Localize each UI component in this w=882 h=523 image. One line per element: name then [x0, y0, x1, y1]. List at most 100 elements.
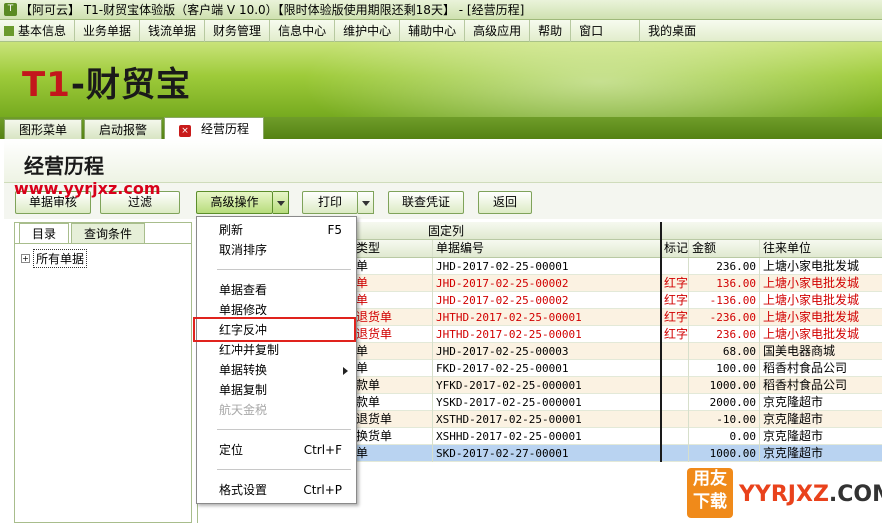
- app-icon: T: [4, 3, 17, 16]
- cell-amount: 100.00: [689, 360, 760, 377]
- cell-type: 单: [353, 292, 433, 309]
- cell-unit: 京克隆超市: [763, 412, 824, 426]
- menu-advanced[interactable]: 高级应用: [465, 19, 531, 42]
- cell-mark: 红字: [661, 309, 689, 326]
- left-tabs: 目录 查询条件: [19, 223, 147, 243]
- watermark-text: www.yyrjxz.com: [14, 179, 161, 198]
- cell-no: JHD-2017-02-25-00002: [433, 292, 661, 309]
- cell-type: 退货单: [353, 309, 433, 326]
- cell-type: 单: [353, 343, 433, 360]
- tab-startup-alert[interactable]: 启动报警: [84, 119, 163, 139]
- cell-unit: 京克隆超市: [763, 395, 824, 409]
- menu-help[interactable]: 帮助: [530, 19, 572, 42]
- cell-amount: 68.00: [689, 343, 760, 360]
- header-mark[interactable]: 标记: [661, 240, 689, 257]
- header-doc-no[interactable]: 单据编号: [433, 240, 661, 257]
- cell-amount: -236.00: [689, 309, 760, 326]
- menu-assist[interactable]: 辅助中心: [400, 19, 466, 42]
- cell-amount: 1000.00: [689, 445, 760, 462]
- cell-no: XSHHD-2017-02-25-00001: [433, 428, 661, 445]
- cell-amount: 1000.00: [689, 377, 760, 394]
- page-header: 经营历程: [4, 139, 882, 183]
- advanced-ops-button[interactable]: 高级操作: [196, 191, 273, 214]
- print-dropdown[interactable]: [358, 191, 374, 214]
- cell-amount: 236.00: [689, 258, 760, 275]
- tab-business-history[interactable]: × 经营历程: [164, 117, 265, 139]
- cell-mark: [661, 377, 689, 394]
- cell-no: SKD-2017-02-27-00001: [433, 445, 661, 462]
- cell-no: JHTHD-2017-02-25-00001: [433, 309, 661, 326]
- cell-type: 单: [353, 445, 433, 462]
- cell-unit: 京克隆超市: [763, 446, 824, 460]
- cell-mark: [661, 258, 689, 275]
- cell-no: YSKD-2017-02-25-000001: [433, 394, 661, 411]
- menu-window[interactable]: 窗口: [571, 19, 641, 42]
- document-tabbar: 图形菜单 启动报警 × 经营历程: [0, 117, 882, 139]
- advanced-ops-dropdown[interactable]: [273, 191, 289, 214]
- cell-unit: 上塘小家电批发城: [763, 293, 860, 307]
- menu-item-red-copy[interactable]: 红冲并复制: [197, 340, 356, 360]
- menu-item-convert[interactable]: 单据转换: [197, 360, 356, 380]
- menu-item-format[interactable]: 格式设置 Ctrl+P: [197, 480, 356, 500]
- menu-finance[interactable]: 财务管理: [205, 19, 271, 42]
- cell-no: JHTHD-2017-02-25-00001: [433, 326, 661, 343]
- cell-unit: 上塘小家电批发城: [763, 327, 860, 341]
- menu-icon: [4, 25, 14, 36]
- cell-unit: 上塘小家电批发城: [763, 276, 860, 290]
- cell-type: 款单: [353, 377, 433, 394]
- tree-label: 所有单据: [33, 249, 88, 268]
- menu-basic-info[interactable]: 基本信息: [0, 19, 76, 42]
- cell-unit: 稻香村食品公司: [763, 378, 848, 392]
- cell-no: JHD-2017-02-25-00002: [433, 275, 661, 292]
- back-button[interactable]: 返回: [478, 191, 532, 214]
- cell-type: 换货单: [353, 428, 433, 445]
- cell-mark: [661, 360, 689, 377]
- menu-info-center[interactable]: 信息中心: [270, 19, 336, 42]
- fixed-columns-label: 固定列: [428, 224, 465, 238]
- tab-query-conditions[interactable]: 查询条件: [71, 223, 146, 243]
- cell-amount: 136.00: [689, 275, 760, 292]
- menu-item-unsort[interactable]: 取消排序: [197, 240, 356, 260]
- menu-item-locate[interactable]: 定位 Ctrl+F: [197, 440, 356, 460]
- cell-amount: 236.00: [689, 326, 760, 343]
- site-logo: 用友下载 YYRJXZ.COM: [683, 462, 882, 523]
- submenu-arrow-icon: [343, 367, 348, 375]
- header-amount[interactable]: 金额: [689, 240, 760, 257]
- menu-maintenance[interactable]: 维护中心: [335, 19, 401, 42]
- cell-type: 款单: [353, 394, 433, 411]
- menu-item-view[interactable]: 单据查看: [197, 280, 356, 300]
- highlight-box: [193, 317, 356, 342]
- cell-mark: [661, 394, 689, 411]
- cell-type: 单: [353, 360, 433, 377]
- menu-item-copy[interactable]: 单据复制: [197, 380, 356, 400]
- close-icon[interactable]: ×: [179, 125, 192, 137]
- window-titlebar: T 【阿可云】 T1-财贸宝体验版（客户端 V 10.0）【限时体验版使用期限还…: [0, 0, 882, 20]
- tab-graphic-menu[interactable]: 图形菜单: [4, 119, 83, 139]
- cell-no: JHD-2017-02-25-00001: [433, 258, 661, 275]
- cell-amount: -10.00: [689, 411, 760, 428]
- cell-unit: 京克隆超市: [763, 429, 824, 443]
- print-button[interactable]: 打印: [302, 191, 358, 214]
- tree-item-all-docs[interactable]: + 所有单据: [21, 249, 88, 268]
- cell-type: 退货单: [353, 326, 433, 343]
- menu-business-docs[interactable]: 业务单据: [75, 19, 141, 42]
- cell-mark: [661, 428, 689, 445]
- page-title: 经营历程: [24, 154, 104, 178]
- cell-amount: 2000.00: [689, 394, 760, 411]
- menu-item-refresh[interactable]: 刷新 F5: [197, 220, 356, 240]
- advanced-ops-menu: 刷新 F5 取消排序 单据查看 单据修改 红字反冲 红冲并复制 单据转换 单据复制…: [196, 216, 357, 504]
- header-type[interactable]: 类型: [353, 240, 433, 257]
- menu-cashflow-docs[interactable]: 钱流单据: [140, 19, 206, 42]
- window-title: 【阿可云】 T1-财贸宝体验版（客户端 V 10.0）【限时体验版使用期限还剩1…: [20, 3, 525, 17]
- tab-catalog[interactable]: 目录: [19, 223, 70, 243]
- header-partner[interactable]: 往来单位: [760, 240, 882, 257]
- site-badge: 用友 下载: [687, 468, 733, 518]
- expand-icon[interactable]: +: [21, 254, 30, 263]
- cell-type: 单: [353, 258, 433, 275]
- voucher-lookup-button[interactable]: 联查凭证: [388, 191, 464, 214]
- cell-no: JHD-2017-02-25-00003: [433, 343, 661, 360]
- cell-amount: -136.00: [689, 292, 760, 309]
- cell-amount: 0.00: [689, 428, 760, 445]
- cell-no: YFKD-2017-02-25-000001: [433, 377, 661, 394]
- menu-my-desktop[interactable]: 我的桌面: [640, 20, 704, 42]
